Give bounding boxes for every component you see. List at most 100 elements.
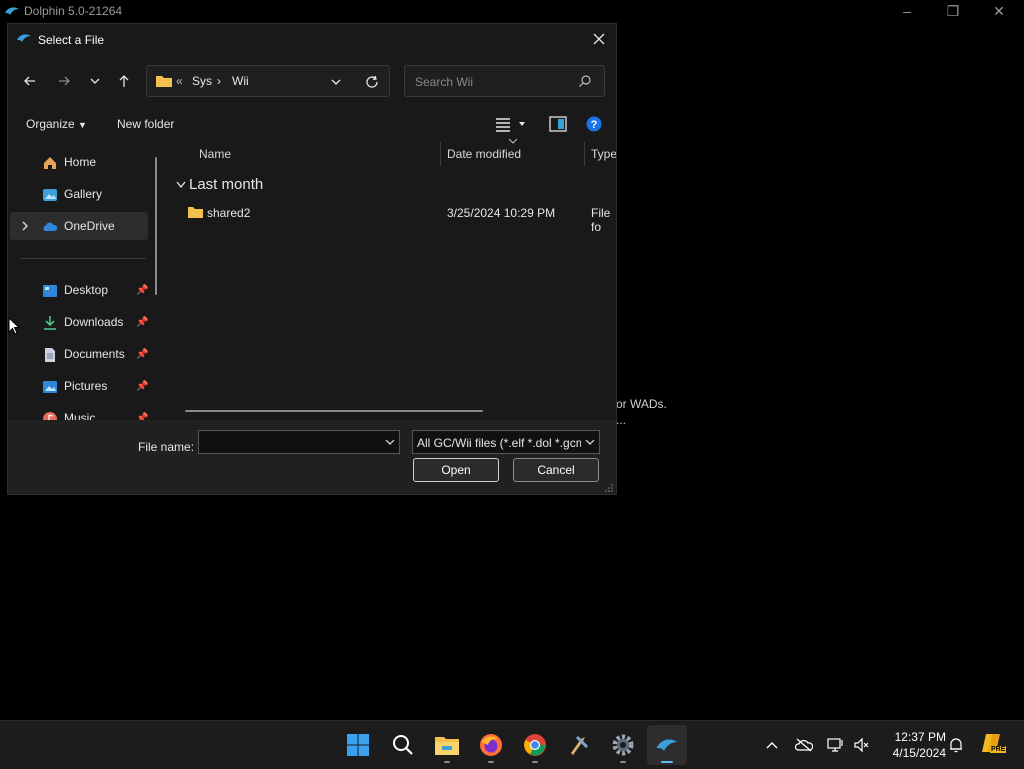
preview-pane-icon[interactable] (549, 116, 567, 132)
row-name: shared2 (207, 206, 251, 220)
tools-app-icon (571, 735, 589, 755)
file-name-combobox[interactable] (198, 430, 400, 454)
dolphin-window-title: Dolphin 5.0-21264 (24, 4, 123, 18)
minimize-button[interactable]: – (884, 0, 930, 23)
new-folder-button[interactable]: New folder (117, 117, 174, 131)
onedrive-tray-button[interactable] (795, 736, 813, 754)
taskbar-dolphin[interactable] (653, 731, 681, 759)
nav-item-gallery[interactable]: Gallery (10, 180, 148, 208)
column-divider[interactable] (440, 142, 441, 166)
pictures-icon (43, 381, 57, 393)
taskbar-firefox[interactable] (477, 731, 505, 759)
forward-button[interactable] (52, 70, 76, 92)
taskbar-app-tools[interactable] (565, 731, 593, 759)
chevron-down-icon[interactable] (330, 76, 342, 88)
cancel-button[interactable]: Cancel (513, 458, 599, 482)
row-date: 3/25/2024 10:29 PM (447, 206, 556, 220)
pin-icon[interactable]: 📌 (136, 349, 148, 360)
breadcrumb-overflow[interactable]: « (176, 74, 183, 88)
nav-item-music[interactable]: Music 📌 (10, 404, 148, 420)
search-icon[interactable] (578, 74, 592, 88)
dialog-close-button[interactable] (588, 28, 610, 50)
chevron-down-icon: ▼ (78, 120, 87, 130)
taskbar: 12:37 PM 4/15/2024 PRE (0, 720, 1024, 769)
view-options-icon[interactable] (494, 116, 526, 132)
nav-item-label: Pictures (64, 379, 108, 393)
pin-icon[interactable]: 📌 (136, 285, 148, 296)
network-tray-button[interactable] (827, 736, 845, 754)
copilot-preview-button[interactable]: PRE (980, 732, 1007, 758)
breadcrumb-wii[interactable]: Wii (232, 74, 249, 88)
home-icon (44, 157, 56, 169)
chrome-icon (524, 734, 546, 756)
nav-item-downloads[interactable]: Downloads 📌 (10, 308, 148, 336)
row-type: File fo (591, 206, 611, 234)
nav-item-desktop[interactable]: Desktop 📌 (10, 276, 148, 304)
file-type-select[interactable]: All GC/Wii files (*.elf *.dol *.gcm (412, 430, 600, 454)
resize-grip-icon[interactable] (605, 484, 613, 492)
back-button[interactable] (18, 70, 42, 92)
breadcrumb-sys[interactable]: Sys (192, 74, 212, 88)
running-indicator (488, 761, 494, 763)
refresh-icon[interactable] (364, 74, 380, 90)
group-header-last-month[interactable]: Last month (176, 176, 264, 193)
dialog-footer: File name: All GC/Wii files (*.elf *.dol… (8, 420, 616, 494)
nav-item-onedrive[interactable]: OneDrive (10, 212, 148, 240)
gallery-icon (43, 189, 57, 201)
notifications-button[interactable] (947, 736, 965, 754)
breadcrumb-separator: › (217, 74, 221, 88)
nav-item-label: Downloads (64, 315, 124, 329)
search-input[interactable] (413, 72, 577, 92)
active-indicator (661, 761, 673, 763)
chevron-down-icon[interactable] (585, 438, 595, 446)
dolphin-logo-icon (5, 7, 19, 15)
close-window-button[interactable]: ✕ (976, 0, 1022, 23)
dolphin-titlebar: Dolphin 5.0-21264 – ❐ ✕ (0, 0, 1024, 23)
nav-pane-scrollbar[interactable] (155, 157, 157, 295)
help-icon[interactable]: ? (586, 116, 602, 132)
recent-locations-button[interactable] (83, 70, 107, 92)
column-header-name[interactable]: Name (199, 147, 231, 161)
music-icon (43, 412, 57, 420)
chevron-down-icon (176, 181, 186, 189)
nav-item-label: Home (64, 155, 97, 169)
sort-chevron-icon (508, 138, 518, 144)
nav-item-home[interactable]: Home (10, 148, 148, 176)
taskbar-settings[interactable] (609, 731, 637, 759)
volume-tray-button[interactable] (853, 736, 871, 754)
organize-button[interactable]: Organize ▼ (26, 117, 87, 131)
gear-icon (612, 734, 634, 756)
taskbar-file-explorer[interactable] (433, 731, 461, 759)
network-icon (827, 738, 843, 752)
chevron-down-icon[interactable] (385, 438, 395, 446)
group-label: Last month (189, 176, 264, 193)
pin-icon[interactable]: 📌 (136, 413, 148, 420)
column-header-type[interactable]: Type (591, 147, 616, 161)
show-hidden-icons-button[interactable] (763, 736, 781, 754)
restore-button[interactable]: ❐ (930, 0, 976, 23)
column-header-date[interactable]: Date modified (447, 147, 521, 161)
file-explorer-icon (435, 737, 459, 755)
up-button[interactable] (112, 70, 136, 92)
pin-icon[interactable]: 📌 (136, 381, 148, 392)
arrow-right-icon (59, 76, 70, 86)
taskbar-search-button[interactable] (389, 731, 417, 759)
chevron-right-icon[interactable] (20, 221, 30, 231)
search-box[interactable] (404, 65, 605, 97)
cloud-offline-icon (795, 738, 813, 752)
address-bar[interactable]: « Sys › Wii (146, 65, 390, 97)
open-button[interactable]: Open (413, 458, 499, 482)
start-button[interactable] (344, 731, 372, 759)
chevron-down-icon (90, 78, 100, 84)
arrow-left-icon (24, 76, 35, 86)
system-clock[interactable]: 12:37 PM 4/15/2024 (880, 729, 946, 761)
column-divider[interactable] (584, 142, 585, 166)
svg-text:?: ? (591, 119, 598, 131)
horizontal-scrollbar[interactable] (185, 410, 483, 412)
taskbar-chrome[interactable] (521, 731, 549, 759)
nav-item-pictures[interactable]: Pictures 📌 (10, 372, 148, 400)
nav-item-documents[interactable]: Documents 📌 (10, 340, 148, 368)
pin-icon[interactable]: 📌 (136, 317, 148, 328)
navigation-pane: Home Gallery OneDrive Desktop 📌 Download… (8, 142, 160, 420)
firefox-icon (480, 734, 502, 756)
